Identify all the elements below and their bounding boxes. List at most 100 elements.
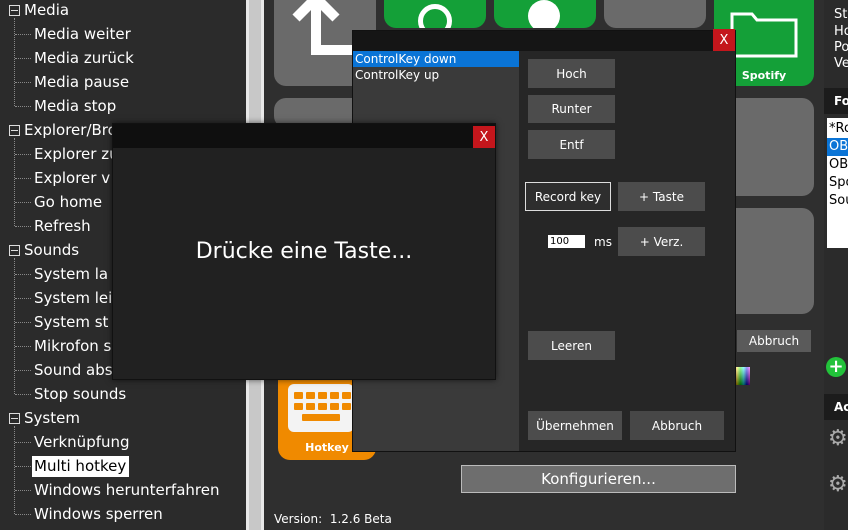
cancel-button-behind[interactable]: Abbruch <box>737 330 811 352</box>
clear-button[interactable]: Leeren <box>528 331 615 360</box>
tree-item-label: Stop sounds <box>34 384 127 403</box>
tree-item-label: Explorer zu <box>34 144 119 163</box>
tree-item[interactable]: Go home <box>32 190 105 214</box>
tree-item-label: Media zurück <box>34 48 134 67</box>
tree-connector <box>15 394 31 395</box>
tree-item-label: Windows herunterfahren <box>34 480 220 499</box>
press-key-message: Drücke eine Taste... <box>195 239 413 264</box>
move-down-button[interactable]: Runter <box>528 95 615 123</box>
key-list-item-selected[interactable]: ControlKey down <box>353 51 519 67</box>
app-tile[interactable] <box>494 0 596 28</box>
tree-item-label: System la <box>34 264 109 283</box>
tree-item[interactable]: Stop sounds <box>32 382 129 406</box>
tree-item[interactable]: System st <box>32 310 111 334</box>
tree-item-selected[interactable]: Multi hotkey <box>32 454 130 478</box>
version-value: 1.2.6 Beta <box>329 512 392 526</box>
tree-item-label: Multi hotkey <box>32 455 130 477</box>
delay-input[interactable]: 100 <box>548 235 585 248</box>
press-key-dialog: X Drücke eine Taste... <box>112 123 496 380</box>
tree-item-label: Media stop <box>34 96 117 115</box>
tree-item[interactable]: Mikrofon s <box>32 334 114 358</box>
color-picker-icon[interactable] <box>734 367 750 385</box>
collapse-icon[interactable] <box>9 124 20 136</box>
tree-connector <box>15 34 31 35</box>
tree-connector <box>14 18 15 106</box>
tree-item[interactable]: Media weiter <box>32 22 134 46</box>
tree-item[interactable]: Media zurück <box>32 46 137 70</box>
tree-group-sounds[interactable]: Sounds <box>0 238 79 262</box>
tree-item-label: Windows sperren <box>34 504 163 523</box>
tree-connector <box>15 322 31 323</box>
record-key-button[interactable]: Record key <box>525 182 611 211</box>
editor-close-button[interactable]: X <box>713 29 735 51</box>
list-item-selected[interactable]: OB <box>827 138 848 156</box>
tree-connector <box>14 138 15 226</box>
version-text: Version: 1.2.6 Beta <box>274 512 392 526</box>
property-label: Ho <box>834 24 848 39</box>
tree-connector <box>15 202 31 203</box>
tree-item[interactable]: Windows herunterfahren <box>32 478 222 502</box>
collapse-icon[interactable] <box>9 244 20 256</box>
collapse-icon[interactable] <box>9 4 20 16</box>
collapse-icon[interactable] <box>9 412 20 424</box>
editor-titlebar[interactable] <box>353 31 735 51</box>
actions-header: Ac <box>824 394 848 420</box>
tree-group-label: Sounds <box>24 241 80 259</box>
tree-item[interactable]: Media stop <box>32 94 119 118</box>
folder-header: Fo <box>824 88 848 114</box>
property-label: Po <box>834 40 848 55</box>
tree-connector <box>14 258 15 394</box>
tree-item[interactable]: Explorer v <box>32 166 113 190</box>
plus-icon[interactable]: + <box>826 357 846 377</box>
list-item[interactable]: *Ro <box>829 120 848 138</box>
tree-item[interactable]: Explorer zu <box>32 142 122 166</box>
tree-item[interactable]: Sound abs <box>32 358 116 382</box>
empty-tile[interactable] <box>604 0 706 28</box>
dialog-close-button[interactable]: X <box>473 126 495 148</box>
tree-connector <box>15 178 31 179</box>
tree-connector <box>15 58 31 59</box>
cancel-button[interactable]: Abbruch <box>630 411 724 440</box>
tree-item[interactable]: Refresh <box>32 214 94 238</box>
tree-connector <box>15 298 31 299</box>
key-list-item[interactable]: ControlKey up <box>353 67 519 83</box>
list-item[interactable]: Sou <box>829 192 848 210</box>
gear-icon[interactable]: ⚙ <box>828 472 848 497</box>
tree-item[interactable]: System la <box>32 262 111 286</box>
list-item[interactable]: OB <box>829 156 848 174</box>
tree-item-label: Media weiter <box>34 24 131 43</box>
tree-item[interactable]: Media pause <box>32 70 132 94</box>
dialog-titlebar[interactable] <box>113 124 495 148</box>
tree-item-label: Media pause <box>34 72 130 91</box>
list-item[interactable]: Spo <box>829 174 848 192</box>
folder-list[interactable]: *Ro OB OB Spo Sou <box>827 118 848 248</box>
app-tile[interactable] <box>384 0 486 28</box>
apply-button[interactable]: Übernehmen <box>528 411 622 440</box>
tree-item-label: System lei <box>34 288 113 307</box>
tree-connector <box>15 466 31 467</box>
tree-item[interactable]: Windows sperren <box>32 502 166 526</box>
tree-connector <box>15 82 31 83</box>
tree-item[interactable]: Verknüpfung <box>32 430 133 454</box>
delete-button[interactable]: Entf <box>528 130 615 159</box>
tree-group-media[interactable]: Media <box>0 0 69 22</box>
tree-connector <box>15 226 31 227</box>
tree-item[interactable]: System lei <box>32 286 115 310</box>
tree-connector <box>15 106 31 107</box>
tree-group-explorer[interactable]: Explorer/Brow <box>0 118 129 142</box>
add-key-button[interactable]: + Taste <box>618 182 705 211</box>
configure-button[interactable]: Konfigurieren... <box>461 465 736 493</box>
add-delay-button[interactable]: + Verz. <box>618 227 705 256</box>
gear-icon[interactable]: ⚙ <box>828 426 848 451</box>
property-label: Ve <box>834 56 848 71</box>
tree-item-label: Explorer v <box>34 168 111 187</box>
tree-item-label: Go home <box>34 192 103 211</box>
tree-group-system[interactable]: System <box>0 406 80 430</box>
tree-connector <box>15 274 31 275</box>
tree-connector <box>15 514 31 515</box>
tree-connector <box>15 442 31 443</box>
move-up-button[interactable]: Hoch <box>528 59 615 88</box>
tree-connector <box>14 426 15 514</box>
tree-group-label: Media <box>24 1 70 19</box>
tree-item-label: Mikrofon s <box>34 336 112 355</box>
